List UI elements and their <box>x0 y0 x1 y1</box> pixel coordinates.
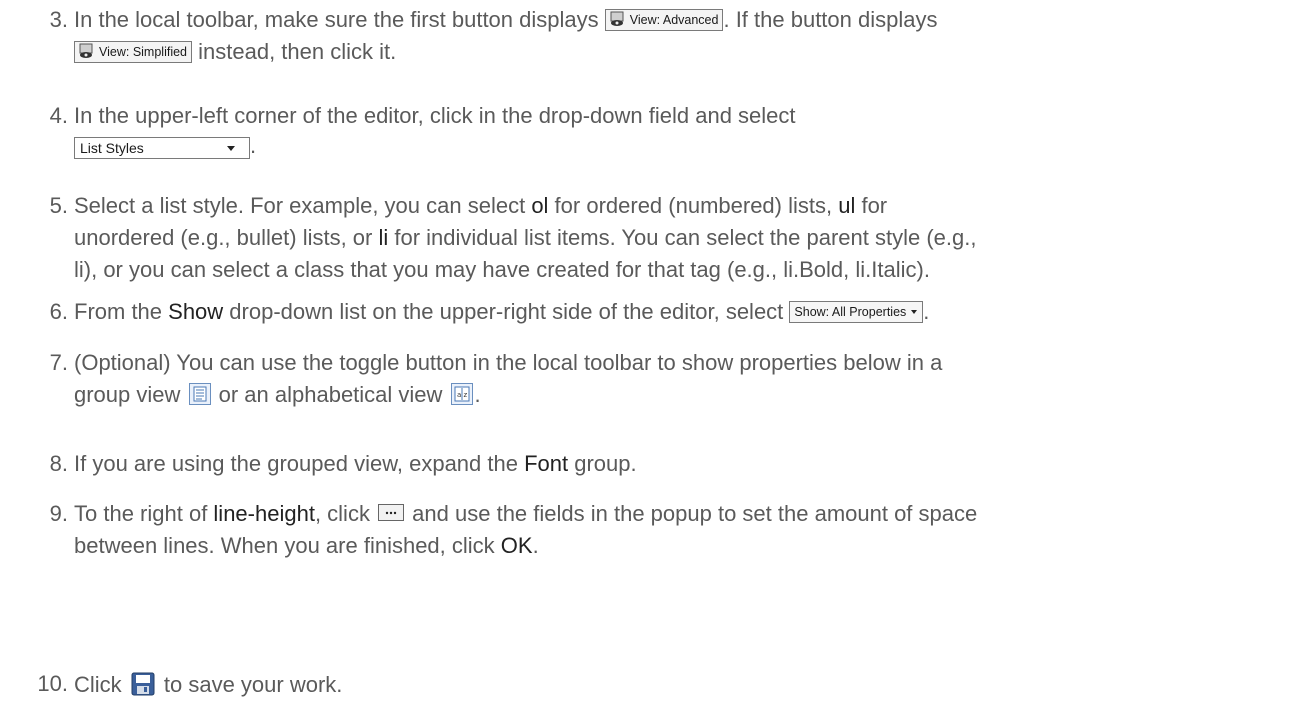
step-text: , click <box>314 501 377 526</box>
step-body: (Optional) You can use the toggle button… <box>74 347 1289 411</box>
step-text: group. <box>568 451 637 476</box>
keyword-ol: ol <box>531 193 549 218</box>
step-text: (Optional) You can use the toggle button… <box>74 350 943 375</box>
step-text: and use the fields in the popup to set t… <box>406 501 978 526</box>
eye-icon <box>610 11 624 26</box>
step-body: To the right of line-height, click and u… <box>74 498 1289 562</box>
step-text: drop-down list on the upper-right side o… <box>223 299 790 324</box>
step-number: 7. <box>49 350 68 375</box>
step-text: for ordered (numbered) lists, <box>548 193 839 218</box>
step-number: 4. <box>49 103 68 128</box>
step-text: From the <box>74 299 169 324</box>
ellipsis-icon <box>378 504 405 521</box>
step-text: for individual list items. You can selec… <box>388 225 977 250</box>
step-number: 5. <box>49 193 68 218</box>
step-body: If you are using the grouped view, expan… <box>74 448 1289 480</box>
step-body: From the Show drop-down list on the uppe… <box>74 296 1289 328</box>
view-simplified-label: View: Simplified <box>99 45 188 59</box>
step-text: . If the button displays <box>723 7 938 32</box>
dropdown-label: List Styles <box>80 140 144 156</box>
step-text: group view <box>74 382 187 407</box>
step-body: Select a list style. For example, you ca… <box>74 190 1289 286</box>
step-text: In the local toolbar, make sure the firs… <box>74 7 605 32</box>
step-text: Select a list style. For example, you ca… <box>74 193 532 218</box>
step-text: In the upper-left corner of the editor, … <box>74 103 796 128</box>
step-text: . <box>250 133 257 158</box>
group-view-icon <box>188 383 211 405</box>
svg-text:a: a <box>457 391 461 399</box>
step-text: for <box>855 193 888 218</box>
step-number: 9. <box>49 501 68 526</box>
keyword-ok: OK <box>500 533 533 558</box>
keyword-show: Show <box>168 299 224 324</box>
step-body: Click to save your work. <box>74 668 1289 701</box>
step-text: To the right of <box>74 501 214 526</box>
dropdown-label: Show: All Properties <box>794 305 907 319</box>
step-text: unordered (e.g., bullet) lists, or <box>74 225 379 250</box>
keyword-font: Font <box>524 451 569 476</box>
step-number: 8. <box>49 451 68 476</box>
step-body: In the local toolbar, make sure the firs… <box>74 4 1289 68</box>
svg-text:z: z <box>463 391 467 399</box>
step-text: or an alphabetical view <box>212 382 449 407</box>
step-number: 3. <box>49 7 68 32</box>
view-simplified-button: View: Simplified <box>74 41 193 63</box>
step-number: 10. <box>37 671 68 696</box>
eye-icon <box>79 43 93 58</box>
show-all-properties-dropdown: Show: All Properties <box>789 301 924 323</box>
step-text: to save your work. <box>157 672 343 697</box>
step-text: between lines. When you are finished, cl… <box>74 533 501 558</box>
list-styles-dropdown: List Styles <box>74 137 250 159</box>
step-body: In the upper-left corner of the editor, … <box>74 100 1289 160</box>
keyword-li: li <box>378 225 389 250</box>
step-text: . <box>532 533 539 558</box>
step-number: 6. <box>49 299 68 324</box>
view-advanced-button: View: Advanced <box>604 9 724 31</box>
step-text: li), or you can select a class that you … <box>74 257 930 282</box>
step-text: . <box>474 382 481 407</box>
step-text: . <box>923 299 930 324</box>
step-text: instead, then click it. <box>192 39 397 64</box>
keyword-line-height: line-height <box>213 501 315 526</box>
alphabetical-view-icon: az <box>450 383 473 405</box>
dropdown-caret-icon <box>911 310 918 314</box>
save-icon <box>131 672 155 696</box>
step-text: If you are using the grouped view, expan… <box>74 451 525 476</box>
view-advanced-label: View: Advanced <box>629 13 719 27</box>
dropdown-caret-icon <box>227 146 235 151</box>
keyword-ul: ul <box>838 193 856 218</box>
step-text: Click <box>74 672 128 697</box>
